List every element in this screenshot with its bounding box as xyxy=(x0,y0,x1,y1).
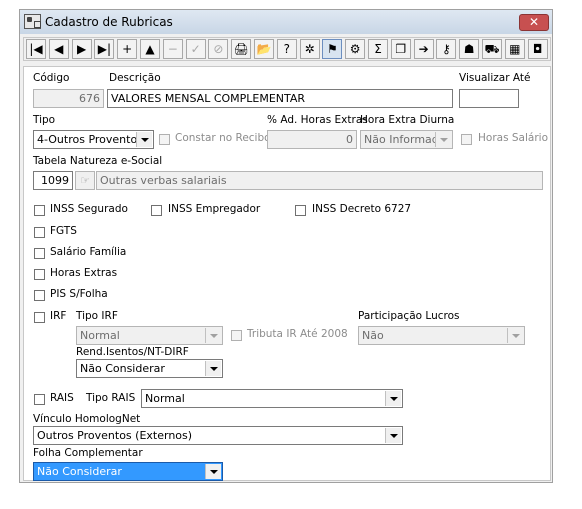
vinculo-label: Vínculo HomologNet xyxy=(33,413,141,425)
tipo-irf-label: Tipo IRF xyxy=(76,310,118,322)
hora-diurna-label: Hora Extra Diurna xyxy=(360,114,455,126)
irf-label: IRF xyxy=(50,310,67,322)
post-record-button[interactable]: ✓ xyxy=(185,39,206,59)
title-bar[interactable]: Cadastro de Rubricas ✕ xyxy=(20,10,552,34)
tipo-rais-select[interactable]: Normal xyxy=(141,389,403,408)
delete-record-button[interactable]: − xyxy=(162,39,183,59)
copy-button[interactable]: ❐ xyxy=(390,39,411,59)
horas-salario-label: Horas Salário xyxy=(478,132,548,144)
print-button[interactable]: 🖨 xyxy=(231,39,252,59)
first-record-button[interactable]: |◀ xyxy=(26,39,46,59)
chevron-down-icon[interactable] xyxy=(435,132,451,147)
natureza-desc-field: Outras verbas salariais xyxy=(96,171,543,190)
vehicle-button[interactable]: ⛟ xyxy=(482,39,502,59)
insert-record-button[interactable]: + xyxy=(117,39,138,59)
rais-label: RAIS xyxy=(50,392,74,404)
inss-empregador-checkbox[interactable] xyxy=(151,205,162,216)
participacao-label: Participação Lucros xyxy=(358,310,460,322)
tipo-select[interactable]: 4-Outros Proventos xyxy=(33,130,154,149)
rend-value: Não Considerar xyxy=(80,362,165,375)
hora-diurna-select[interactable]: Não Informado xyxy=(360,130,453,149)
toolbar: |◀ ◀ ▶ ▶| + ▲ − ✓ ⊘ 🖨 📂? ✲ ⚑ ⚙ Σ ❐ ➔ ⚷ ☗ ⛟ ▦ ◘ xyxy=(23,37,551,61)
window-title: Cadastro de Rubricas xyxy=(45,15,173,29)
calendar-button[interactable]: ▦ xyxy=(504,39,525,59)
chevron-down-icon[interactable] xyxy=(385,391,401,406)
ad-horas-label: % Ad. Horas Extras xyxy=(267,114,368,126)
pis-checkbox[interactable] xyxy=(34,290,45,301)
tributa-checkbox[interactable] xyxy=(231,330,242,341)
tipo-rais-value: Normal xyxy=(145,392,185,405)
inss-decreto-checkbox[interactable] xyxy=(295,205,306,216)
filter-button[interactable]: ⚑ xyxy=(322,39,343,59)
chevron-down-icon[interactable] xyxy=(507,328,523,343)
natureza-code-field[interactable]: 1099 xyxy=(33,171,73,190)
codigo-field[interactable]: 676 xyxy=(33,89,104,108)
fgts-label: FGTS xyxy=(50,225,77,237)
tributa-label: Tributa IR Até 2008 xyxy=(247,328,348,340)
inss-segurado-label: INSS Segurado xyxy=(50,203,128,215)
users-button[interactable]: ☗ xyxy=(459,39,480,59)
chevron-down-icon[interactable] xyxy=(136,132,152,147)
salario-familia-label: Salário Família xyxy=(50,246,127,258)
natureza-label: Tabela Natureza e-Social xyxy=(33,155,163,167)
visualizar-field[interactable] xyxy=(459,89,519,108)
export-button[interactable]: ➔ xyxy=(413,39,434,59)
irf-checkbox[interactable] xyxy=(34,312,45,323)
group-button[interactable]: ⚙ xyxy=(345,39,366,59)
descricao-label: Descrição xyxy=(109,72,161,84)
stop-button[interactable]: ◘ xyxy=(527,39,548,59)
participacao-select[interactable]: Não xyxy=(358,326,525,345)
natureza-lookup-button[interactable]: ☞ xyxy=(75,171,95,190)
ad-horas-field[interactable]: 0 xyxy=(267,130,357,149)
tipo-value: 4-Outros Proventos xyxy=(37,133,143,146)
vinculo-select[interactable]: Outros Proventos (Externos) xyxy=(33,426,403,445)
next-record-button[interactable]: ▶ xyxy=(71,39,92,59)
codigo-label: Código xyxy=(33,72,70,84)
hora-diurna-value: Não Informado xyxy=(364,133,446,146)
open-button[interactable]: 📂 xyxy=(254,39,274,59)
app-icon xyxy=(24,14,41,29)
tipo-rais-label: Tipo RAIS xyxy=(86,392,136,404)
constar-checkbox[interactable] xyxy=(159,134,170,145)
close-button[interactable]: ✕ xyxy=(519,14,549,31)
pis-label: PIS S/Folha xyxy=(50,288,108,300)
prior-record-button[interactable]: ◀ xyxy=(48,39,69,59)
inss-empregador-label: INSS Empregador xyxy=(168,203,261,215)
fgts-checkbox[interactable] xyxy=(34,227,45,238)
folha-value: Não Considerar xyxy=(37,465,122,478)
vinculo-value: Outros Proventos (Externos) xyxy=(37,429,193,442)
lookup-hand-icon: ☞ xyxy=(80,174,90,187)
tipo-label: Tipo xyxy=(33,114,56,126)
sum-button[interactable]: Σ xyxy=(368,39,388,59)
inss-segurado-checkbox[interactable] xyxy=(34,205,45,216)
chevron-down-icon[interactable] xyxy=(205,464,221,479)
participacao-value: Não xyxy=(362,329,384,342)
horas-salario-checkbox[interactable] xyxy=(461,134,472,145)
chevron-down-icon[interactable] xyxy=(385,428,401,443)
rend-select[interactable]: Não Considerar xyxy=(76,359,223,378)
folha-select[interactable]: Não Considerar xyxy=(33,462,223,481)
constar-label: Constar no Recibo xyxy=(175,132,271,144)
rend-label: Rend.Isentos/NT-DIRF xyxy=(76,346,189,358)
salario-familia-checkbox[interactable] xyxy=(34,248,45,259)
rais-checkbox[interactable] xyxy=(34,394,45,405)
inss-decreto-label: INSS Decreto 6727 xyxy=(312,203,412,215)
tipo-irf-value: Normal xyxy=(80,329,120,342)
descricao-field[interactable]: VALORES MENSAL COMPLEMENTAR xyxy=(107,89,453,108)
tools-button[interactable]: ✲ xyxy=(299,39,320,59)
search-button[interactable]: ? xyxy=(276,39,297,59)
chevron-down-icon[interactable] xyxy=(205,361,221,376)
chevron-down-icon[interactable] xyxy=(205,328,221,343)
rubricas-window: Cadastro de Rubricas ✕ |◀ ◀ ▶ ▶| + ▲ − ✓ ⊘ 🖨 📂? ✲ ⚑ ⚙… xyxy=(19,9,553,483)
visualizar-label: Visualizar Até xyxy=(459,72,531,84)
horas-extras-checkbox[interactable] xyxy=(34,269,45,280)
edit-record-button[interactable]: ▲ xyxy=(140,39,160,59)
horas-extras-label: Horas Extras xyxy=(50,267,118,279)
tipo-irf-select[interactable]: Normal xyxy=(76,326,223,345)
last-record-button[interactable]: ▶| xyxy=(94,39,115,59)
cancel-record-button[interactable]: ⊘ xyxy=(208,39,229,59)
key-button[interactable]: ⚷ xyxy=(436,39,457,59)
form-panel: Código 676 Descrição VALORES MENSAL COMP… xyxy=(23,66,551,481)
folha-label: Folha Complementar xyxy=(33,447,143,459)
